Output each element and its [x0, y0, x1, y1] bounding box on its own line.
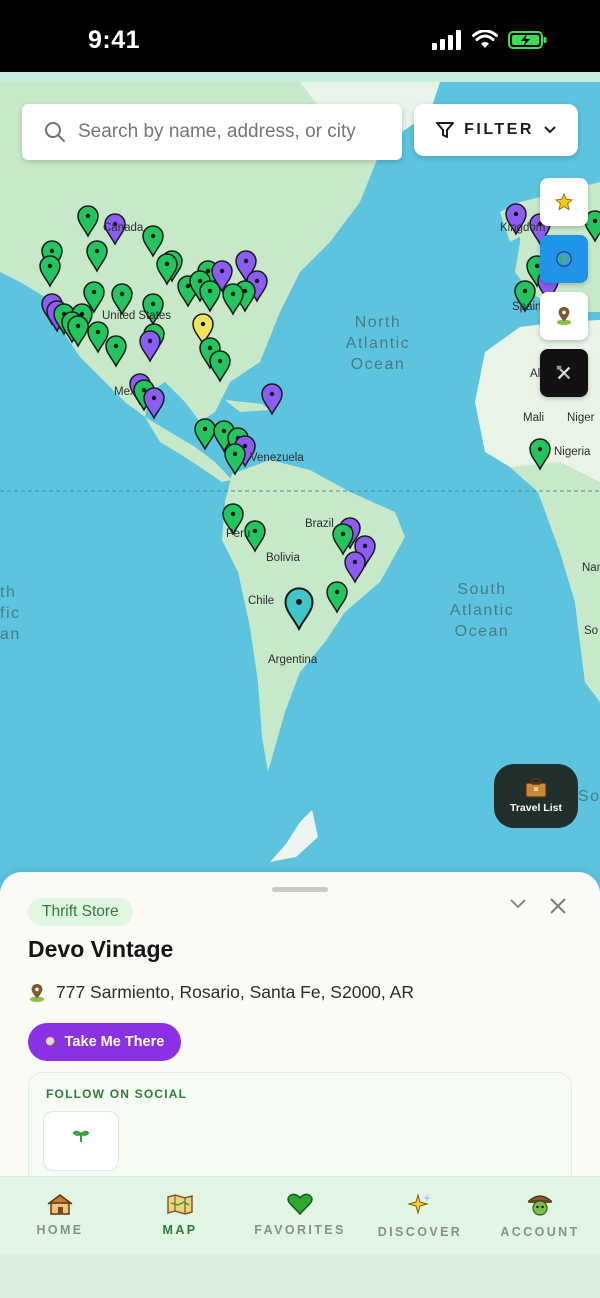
ocean-label-line: Atlantic: [449, 602, 515, 619]
country-label-south-partial: So: [584, 625, 599, 637]
country-label-mexico: Mex: [114, 386, 136, 398]
tools-layer-button[interactable]: [540, 349, 588, 397]
tab-label: HOME: [36, 1223, 84, 1237]
place-detail-sheet: Thrift Store Devo Vintage 777 Sarmiento,…: [0, 872, 600, 1180]
filter-icon: [436, 122, 455, 138]
country-label-bolivia: Bolivia: [266, 552, 300, 564]
ocean-label-line: Ocean: [350, 356, 406, 373]
country-label-namibia-partial: Nam: [582, 562, 600, 574]
country-label-mali: Mali: [523, 412, 545, 424]
south-atlantic-label: South Atlantic Ocean: [440, 579, 524, 642]
tab-label: FAVORITES: [254, 1223, 346, 1237]
search-bar[interactable]: [22, 104, 402, 160]
wifi-icon: [472, 30, 498, 48]
status-icons: [432, 30, 548, 50]
country-label-us: United States: [102, 310, 172, 322]
country-label-nigeria: Nigeria: [554, 446, 591, 458]
north-atlantic-label: North Atlantic Ocean: [338, 312, 418, 375]
country-label-niger: Niger: [567, 412, 595, 424]
filter-label: FILTER: [464, 121, 534, 138]
address-row[interactable]: 777 Sarmiento, Rosario, Santa Fe, S2000,…: [28, 982, 414, 1003]
country-label-canada: Canada: [103, 222, 144, 234]
bottom-tab-bar: HOME MAP FAVORITES DISCOVER ACCOUNT: [0, 1176, 600, 1254]
ocean-label-line: an: [0, 626, 21, 643]
tab-favorites[interactable]: FAVORITES: [240, 1177, 360, 1254]
category-badge: Thrift Store: [28, 898, 133, 926]
search-icon: [45, 122, 65, 142]
chevron-down-icon: [544, 126, 556, 134]
country-label-spain: Spain: [512, 301, 542, 313]
ocean-label-line: fic: [0, 605, 21, 622]
home-indicator-area: [0, 1254, 600, 1298]
tab-label: DISCOVER: [377, 1225, 463, 1239]
travel-list-button[interactable]: Travel List: [494, 764, 578, 828]
sheet-drag-handle[interactable]: [272, 887, 328, 892]
map-pin-icon: [29, 983, 45, 1002]
globe-icon: [556, 251, 572, 267]
ocean-label-line: th: [0, 584, 17, 601]
chevron-down-icon: [510, 899, 526, 909]
travel-list-label: Travel List: [510, 802, 562, 814]
filter-button[interactable]: FILTER: [414, 104, 578, 156]
magnifier-icon: [45, 1036, 57, 1048]
tab-label: MAP: [162, 1223, 198, 1237]
search-input[interactable]: [78, 121, 378, 143]
tools-icon: [556, 365, 571, 380]
collapse-button[interactable]: [506, 892, 530, 916]
tab-map[interactable]: MAP: [120, 1177, 240, 1254]
close-button[interactable]: [546, 894, 570, 918]
country-label-kingdom: Kingdom: [500, 222, 546, 234]
sparkle-icon: [407, 1193, 431, 1215]
place-title: Devo Vintage: [28, 936, 174, 962]
ocean-label-line: South: [457, 581, 507, 598]
suitcase-icon: [525, 778, 547, 798]
app-screen: 9:41 North Atlantic Ocean South Atlantic…: [0, 0, 600, 1298]
map-pin-icon: [556, 307, 572, 325]
heart-icon: [287, 1193, 313, 1215]
social-section: FOLLOW ON SOCIAL: [28, 1072, 572, 1180]
tab-label: ACCOUNT: [500, 1225, 580, 1239]
place-address: 777 Sarmiento, Rosario, Santa Fe, S2000,…: [56, 982, 414, 1002]
pacific-label-partial: th fic an: [0, 582, 28, 645]
country-label-venezuela: Venezuela: [250, 452, 304, 464]
country-label-argentina: Argentina: [268, 654, 318, 666]
house-icon: [47, 1194, 73, 1215]
ocean-label-line: North: [354, 314, 402, 331]
tab-home[interactable]: HOME: [0, 1177, 120, 1254]
ocean-label-partial-right: Sou: [578, 788, 600, 805]
ocean-label-line: Atlantic: [345, 335, 411, 352]
country-label-peru: Peru: [226, 528, 251, 540]
status-bar: 9:41: [0, 0, 600, 72]
ocean-label-line: Ocean: [454, 623, 510, 640]
status-time: 9:41: [88, 26, 141, 54]
location-layer-button[interactable]: [540, 292, 588, 340]
signal-icon: [432, 30, 461, 50]
social-link-item[interactable]: [43, 1111, 119, 1171]
map-icon: [167, 1194, 193, 1215]
social-section-title: FOLLOW ON SOCIAL: [46, 1087, 188, 1101]
take-me-there-button[interactable]: Take Me There: [28, 1023, 181, 1061]
tab-account[interactable]: ACCOUNT: [480, 1177, 600, 1254]
avatar-icon: [527, 1195, 553, 1216]
globe-layer-button[interactable]: [540, 235, 588, 283]
favorites-layer-button[interactable]: [540, 178, 588, 226]
country-label-chile: Chile: [248, 595, 275, 607]
take-me-there-label: Take Me There: [64, 1034, 165, 1050]
close-icon: [550, 898, 566, 914]
tab-discover[interactable]: DISCOVER: [360, 1177, 480, 1254]
star-icon: [555, 193, 573, 211]
country-label-brazil: Brazil: [305, 518, 334, 530]
battery-icon: [508, 31, 547, 49]
plant-icon: [72, 1130, 90, 1142]
